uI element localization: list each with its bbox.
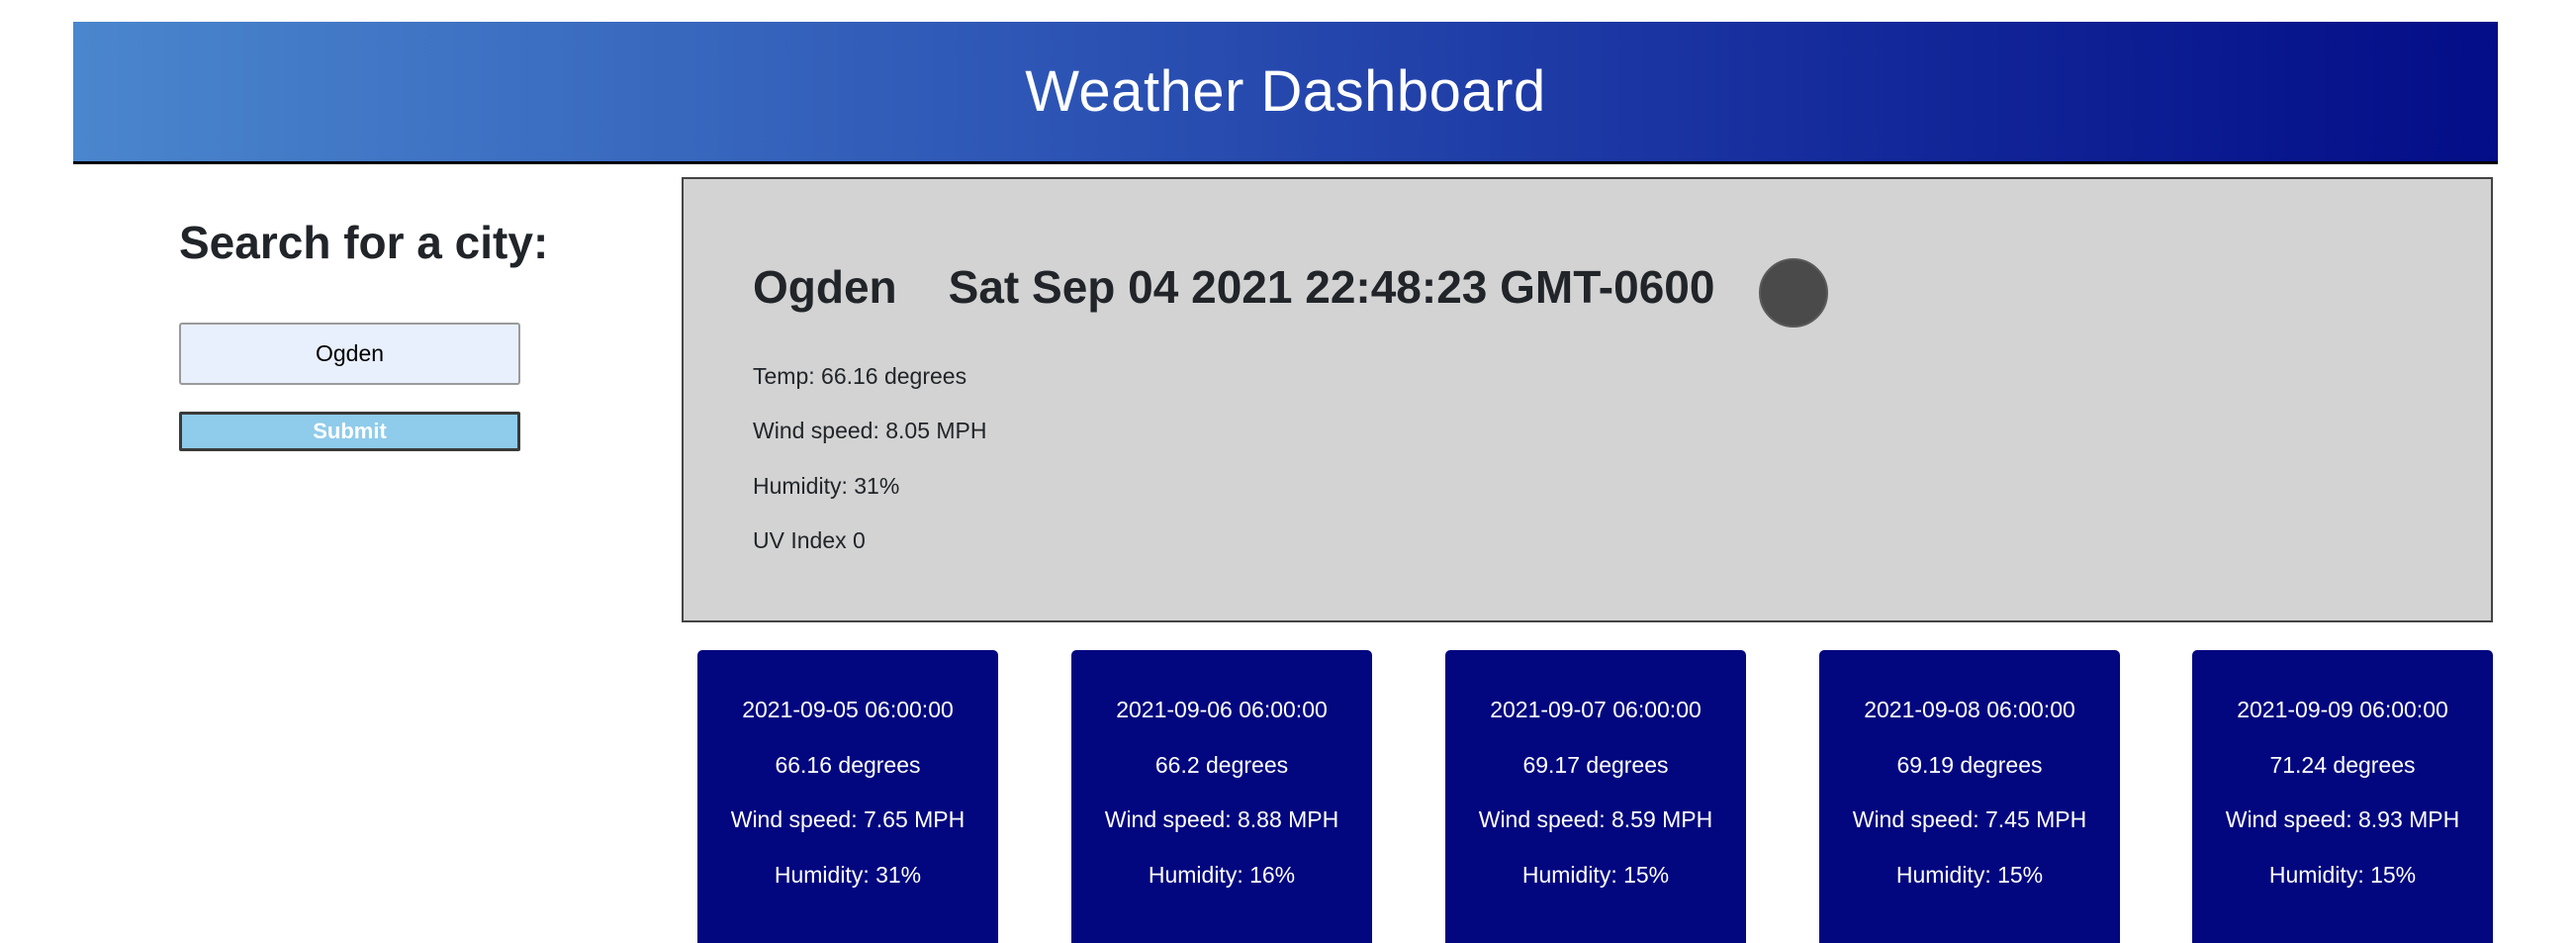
forecast-temp: 69.19 degrees <box>1896 752 2043 778</box>
forecast-humidity: Humidity: 15% <box>1895 862 2044 888</box>
forecast-card: 2021-09-09 06:00:00 71.24 degrees Wind s… <box>2192 650 2493 943</box>
forecast-wind-speed: Wind speed: 8.93 MPH <box>2225 806 2460 832</box>
forecast-date: 2021-09-05 06:00:00 <box>742 697 954 722</box>
forecast-card: 2021-09-05 06:00:00 66.16 degrees Wind s… <box>697 650 998 943</box>
page: Weather Dashboard Search for a city: Sub… <box>0 0 2576 943</box>
forecast-humidity: Humidity: 15% <box>2268 862 2417 888</box>
current-humidity: Humidity: 31% <box>753 473 900 499</box>
page-title: Weather Dashboard <box>1025 59 1546 124</box>
forecast-card: 2021-09-07 06:00:00 69.17 degrees Wind s… <box>1445 650 1746 943</box>
search-heading: Search for a city: <box>179 217 549 268</box>
current-temp: Temp: 66.16 degrees <box>753 363 967 389</box>
current-datetime: Sat Sep 04 2021 22:48:23 GMT-0600 <box>948 261 1715 313</box>
current-wind-speed: Wind speed: 8.05 MPH <box>753 418 987 443</box>
forecast-wind-speed: Wind speed: 7.45 MPH <box>1852 806 2087 832</box>
app-header: Weather Dashboard <box>73 22 2498 164</box>
forecast-date: 2021-09-08 06:00:00 <box>1864 697 2075 722</box>
current-weather-heading: Ogden Sat Sep 04 2021 22:48:23 GMT-0600 <box>753 260 1714 314</box>
forecast-temp: 71.24 degrees <box>2269 752 2416 778</box>
forecast-temp: 69.17 degrees <box>1522 752 1669 778</box>
forecast-card: 2021-09-06 06:00:00 66.2 degrees Wind sp… <box>1071 650 1372 943</box>
current-city-name: Ogden <box>753 261 897 313</box>
forecast-date: 2021-09-09 06:00:00 <box>2237 697 2448 722</box>
forecast-date: 2021-09-07 06:00:00 <box>1490 697 1702 722</box>
submit-button[interactable]: Submit <box>179 412 520 451</box>
forecast-temp: 66.16 degrees <box>775 752 921 778</box>
forecast-wind-speed: Wind speed: 7.65 MPH <box>730 806 966 832</box>
current-uv-index: UV Index 0 <box>753 527 866 553</box>
forecast-humidity: Humidity: 15% <box>1521 862 1670 888</box>
city-search-input[interactable] <box>179 323 520 385</box>
forecast-temp: 66.2 degrees <box>1154 752 1289 778</box>
forecast-humidity: Humidity: 16% <box>1148 862 1296 888</box>
forecast-card: 2021-09-08 06:00:00 69.19 degrees Wind s… <box>1819 650 2120 943</box>
forecast-humidity: Humidity: 31% <box>774 862 922 888</box>
current-weather-panel: Ogden Sat Sep 04 2021 22:48:23 GMT-0600 T… <box>682 177 2493 622</box>
forecast-wind-speed: Wind speed: 8.88 MPH <box>1104 806 1339 832</box>
weather-icon <box>1759 258 1828 328</box>
forecast-date: 2021-09-06 06:00:00 <box>1116 697 1328 722</box>
forecast-wind-speed: Wind speed: 8.59 MPH <box>1478 806 1713 832</box>
